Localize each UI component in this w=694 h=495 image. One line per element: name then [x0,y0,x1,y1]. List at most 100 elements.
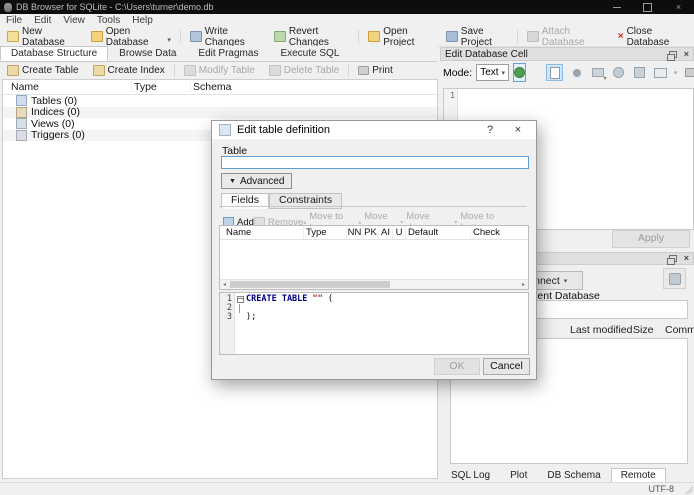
float-dock-icon[interactable] [666,255,677,265]
scroll-left-icon[interactable]: ◂ [220,281,229,288]
resize-grip[interactable] [684,485,693,494]
apply-cell-icon [514,67,526,78]
col-name[interactable]: Name [220,226,304,239]
bottom-dock-tabs: SQL Log Plot DB Schema Remote [441,468,666,483]
open-database-dropdown-icon[interactable]: ▾ [167,36,171,44]
col-type[interactable]: Type [304,226,347,239]
dialog-title-bar[interactable]: Edit table definition ? × [212,121,536,139]
identity-button[interactable] [663,268,686,289]
maximize-icon[interactable] [632,0,663,14]
create-index-button[interactable]: Create Index [86,61,172,80]
encoding-selector[interactable]: UTF-8 [649,484,675,494]
close-dock-icon[interactable]: × [684,49,689,59]
tree-item-tables[interactable]: Tables (0) [3,95,437,107]
dialog-close-button[interactable]: × [507,124,529,136]
mode-select[interactable]: Text ▾ [476,64,510,81]
tab-edit-pragmas[interactable]: Edit Pragmas [187,46,269,61]
chevron-down-icon: ▾ [501,69,506,77]
attach-database-button[interactable]: Attach Database [520,26,611,48]
modify-table-icon [183,65,196,76]
col-check[interactable]: Check [471,226,528,239]
dialog-body: Table ▼ Advanced Fields Constraints Add … [212,139,536,379]
print-button[interactable]: Print [351,61,400,80]
binary-view-button[interactable] [569,65,584,80]
revert-changes-button[interactable]: Revert Changes [267,26,357,48]
table-name-input[interactable] [221,156,529,169]
fold-marker-icon[interactable] [237,296,244,303]
menu-help[interactable]: Help [126,15,159,26]
remote-column-last-modified[interactable]: Last modified [570,324,632,336]
horizontal-scrollbar[interactable]: ◂ ▸ [220,279,528,289]
col-u[interactable]: U [393,226,406,239]
col-ai[interactable]: AI [379,226,393,239]
tree-column-type[interactable]: Type [132,81,191,93]
remote-column-size[interactable]: Size [633,324,653,336]
dialog-help-button[interactable]: ? [479,124,501,136]
menu-tools[interactable]: Tools [91,15,126,26]
create-table-button[interactable]: Create Table [0,61,86,80]
delete-table-icon [268,65,281,76]
cancel-button[interactable]: Cancel [483,358,530,375]
fields-grid[interactable]: Name Type NN PK AI U Default Check ◂ ▸ [219,225,529,290]
open-database-button[interactable]: Open Database ▾ [84,26,178,48]
modify-table-button[interactable]: Modify Table [177,61,262,80]
delete-table-button[interactable]: Delete Table [262,61,346,80]
chevron-down-icon: ▾ [563,277,568,285]
new-database-icon [7,31,19,42]
col-pk[interactable]: PK [363,226,379,239]
status-bar: UTF-8 [0,482,694,495]
menu-edit[interactable]: Edit [28,15,57,26]
save-project-button[interactable]: Save Project [439,26,515,48]
close-icon[interactable]: × [663,0,694,14]
fields-grid-header: Name Type NN PK AI U Default Check [220,226,528,240]
main-tab-bar: Database Structure Browse Data Edit Prag… [0,46,437,62]
open-project-button[interactable]: Open Project [361,26,439,48]
export-file-button[interactable] [611,65,626,80]
app-window: DB Browser for SQLite - C:\Users\turner\… [0,0,694,495]
edit-cell-dock-header: Edit Database Cell × [440,47,694,61]
import-file-button[interactable] [590,65,607,82]
tree-header: Name Type Schema [3,80,437,95]
tree-column-name[interactable]: Name [3,81,132,93]
col-default[interactable]: Default [406,226,471,239]
window-title: DB Browser for SQLite - C:\Users\turner\… [16,2,214,12]
scroll-right-icon[interactable]: ▸ [519,281,528,288]
import-file-icon [591,68,607,82]
fullscreen-button[interactable] [653,65,668,80]
close-database-button[interactable]: × Close Database [611,26,694,48]
tab-browse-data[interactable]: Browse Data [108,46,187,61]
tree-column-schema[interactable]: Schema [191,81,437,93]
apply-button[interactable]: Apply [612,230,690,248]
scrollbar-thumb[interactable] [230,281,390,288]
tab-sql-log[interactable]: SQL Log [441,468,500,483]
apply-cell-button[interactable] [513,63,527,82]
print-cell-icon [684,68,694,77]
sql-gutter: 1 2 3 [220,293,235,354]
menu-file[interactable]: File [0,15,28,26]
new-database-button[interactable]: New Database [0,26,84,48]
tab-database-structure[interactable]: Database Structure [0,46,109,61]
tab-db-schema[interactable]: DB Schema [537,468,610,483]
close-dock-icon[interactable]: × [684,254,689,263]
text-view-button[interactable] [546,64,564,81]
revert-changes-icon [273,31,286,42]
tree-item-indices[interactable]: Indices (0) [3,106,437,118]
write-changes-icon [189,31,202,42]
advanced-button[interactable]: ▼ Advanced [221,173,293,189]
minimize-icon[interactable] [601,0,632,14]
save-cell-button[interactable] [632,65,647,80]
sql-preview-editor[interactable]: 1 2 3 CREATE TABLE "" ( ); [219,292,529,355]
col-nn[interactable]: NN [347,226,363,239]
float-dock-icon[interactable] [666,50,677,61]
print-cell-button[interactable] [683,65,694,80]
toolbar-dot-icon [674,71,678,74]
menu-view[interactable]: View [57,15,91,26]
ok-button[interactable]: OK [434,358,480,375]
write-changes-button[interactable]: Write Changes [183,26,267,48]
tab-execute-sql[interactable]: Execute SQL [269,46,350,61]
fields-grid-empty-area [220,240,528,279]
toolbar-separator [173,64,175,77]
tab-remote[interactable]: Remote [610,468,666,483]
tab-plot[interactable]: Plot [500,468,537,483]
remote-column-commit[interactable]: Comm [665,324,694,336]
